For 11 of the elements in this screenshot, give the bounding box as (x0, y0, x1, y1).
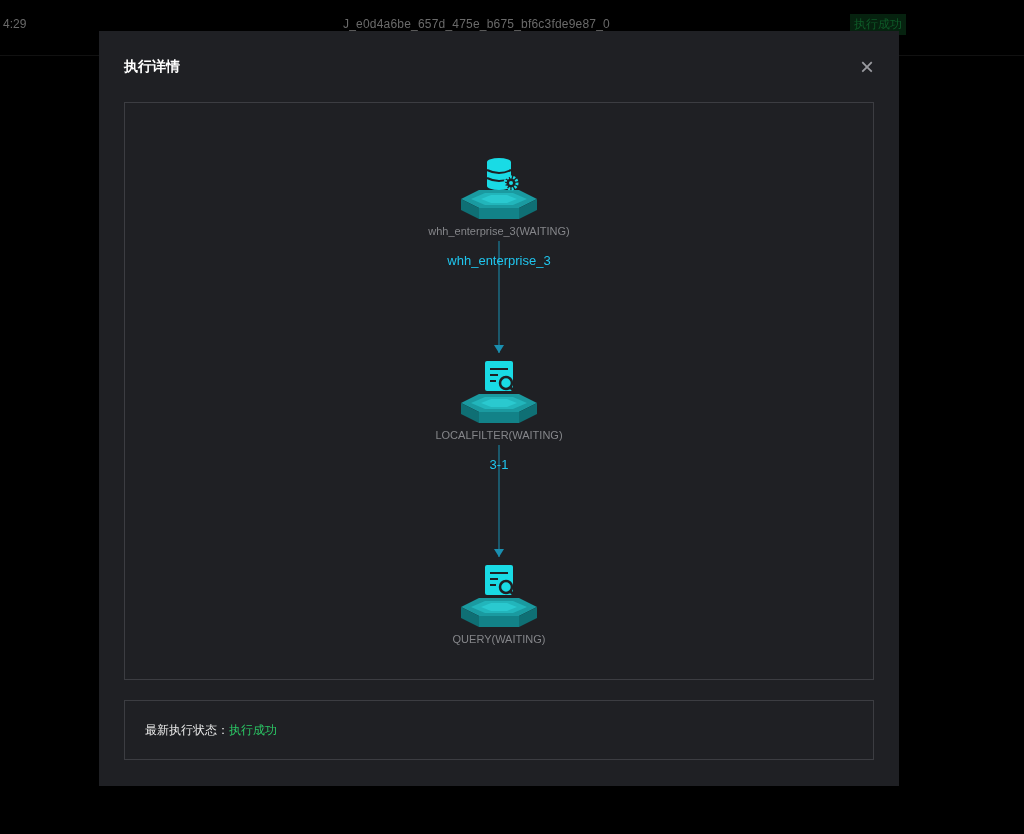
node-label: QUERY(WAITING) (452, 633, 546, 645)
node-label: LOCALFILTER(WAITING) (435, 429, 563, 441)
edge-label: whh_enterprise_3 (447, 253, 551, 268)
edge-label: 3-1 (489, 457, 509, 472)
job-id-text: J_e0d4a6be_657d_475e_b675_bf6c3fde9e87_0 (342, 17, 611, 31)
dialog-title: 执行详情 (124, 57, 180, 76)
status-value: 执行成功 (229, 721, 277, 739)
close-button[interactable]: × (854, 54, 880, 79)
status-label: 最新执行状态： (145, 721, 229, 739)
node-label: whh_enterprise_3(WAITING) (428, 225, 570, 237)
time-text: 4:29 (2, 17, 28, 31)
